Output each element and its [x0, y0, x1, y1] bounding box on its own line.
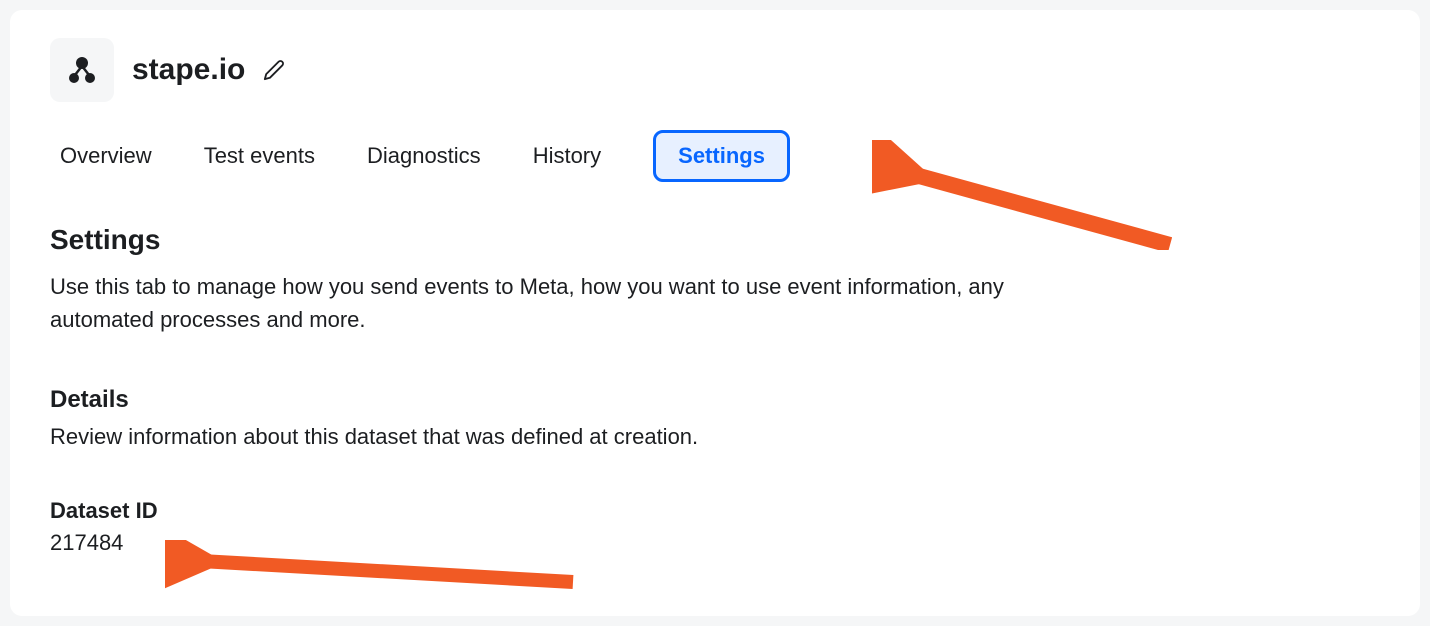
tab-history[interactable]: History [533, 135, 601, 177]
header-row: stape.io [50, 38, 1380, 102]
dataset-id-label: Dataset ID [50, 498, 1380, 524]
dataset-icon [50, 38, 114, 102]
tabs-nav: Overview Test events Diagnostics History… [50, 130, 1380, 182]
dataset-title: stape.io [132, 53, 245, 87]
settings-description: Use this tab to manage how you send even… [50, 270, 1010, 336]
tab-diagnostics[interactable]: Diagnostics [367, 135, 481, 177]
tab-test-events[interactable]: Test events [204, 135, 315, 177]
edit-icon[interactable] [263, 59, 285, 81]
settings-heading: Settings [50, 224, 1380, 256]
dataset-id-value: 217484 [50, 530, 1380, 556]
tab-overview[interactable]: Overview [60, 135, 152, 177]
tab-settings[interactable]: Settings [653, 130, 790, 182]
details-heading: Details [50, 386, 1380, 414]
settings-card: stape.io Overview Test events Diagnostic… [10, 10, 1420, 616]
details-description: Review information about this dataset th… [50, 424, 1380, 450]
